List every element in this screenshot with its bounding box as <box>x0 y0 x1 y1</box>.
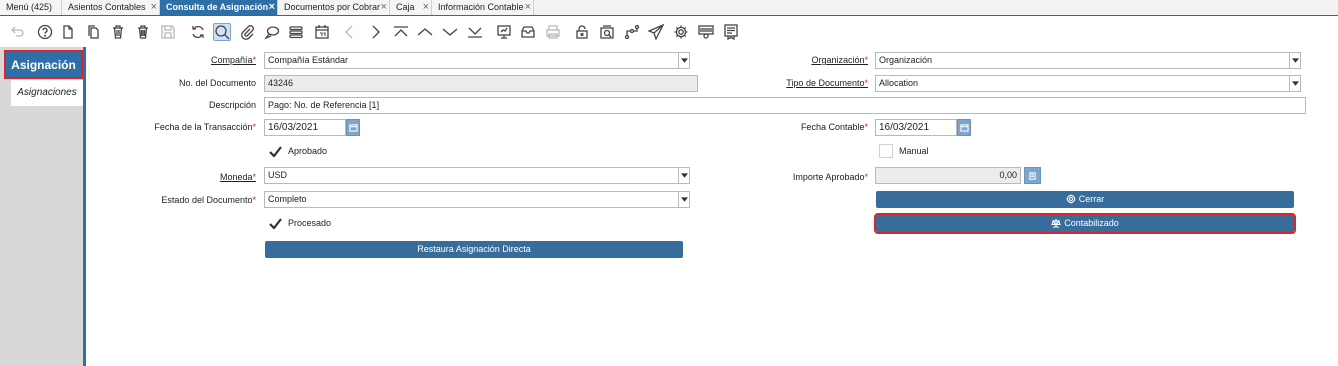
archive-icon[interactable] <box>519 23 537 41</box>
chevron-down-icon[interactable] <box>1289 76 1300 91</box>
previous-record-icon[interactable] <box>341 23 359 41</box>
currency-label: Moneda* <box>219 172 256 182</box>
send-icon[interactable] <box>647 23 665 41</box>
help-icon[interactable] <box>36 23 54 41</box>
chevron-down-icon[interactable] <box>1289 53 1300 68</box>
close-icon[interactable]: × <box>269 0 275 15</box>
next-record-icon[interactable] <box>366 23 384 41</box>
report-icon[interactable] <box>495 23 513 41</box>
undo-icon[interactable] <box>8 23 26 41</box>
side-tab-asignacion[interactable]: Asignación <box>4 50 83 79</box>
chat-icon[interactable] <box>263 23 281 41</box>
approved-amount-field[interactable]: 0,00 <box>875 167 1021 184</box>
accounting-date-field[interactable]: 16/03/2021 <box>875 119 957 136</box>
toolbar <box>0 17 1338 47</box>
document-number-field[interactable]: 43246 <box>264 75 698 92</box>
tab-navigation-panel: Asignación Asignaciones <box>0 47 86 366</box>
document-status-label: Estado del Documento* <box>161 195 256 205</box>
workflow-icon[interactable] <box>623 23 641 41</box>
accounting-date-label: Fecha Contable* <box>800 122 868 132</box>
archived-documents-icon[interactable] <box>722 23 740 41</box>
zoom-across-icon[interactable] <box>598 23 616 41</box>
processed-checkbox[interactable]: Procesado <box>268 216 331 230</box>
lock-icon[interactable] <box>573 23 591 41</box>
document-type-label: Tipo de Documento* <box>786 78 868 88</box>
close-document-button[interactable]: Cerrar <box>876 191 1294 208</box>
chevron-down-icon[interactable] <box>678 192 689 207</box>
checkbox-empty-icon <box>879 144 893 158</box>
copy-record-icon[interactable] <box>84 23 102 41</box>
detail-record-icon[interactable] <box>441 23 459 41</box>
attachment-icon[interactable] <box>238 23 256 41</box>
close-icon[interactable]: × <box>525 0 531 15</box>
close-icon[interactable]: × <box>381 0 387 15</box>
balance-scale-icon <box>1051 219 1062 228</box>
calculator-icon[interactable] <box>1024 167 1041 184</box>
side-tab-asignaciones[interactable]: Asignaciones <box>11 80 83 106</box>
company-select[interactable]: Compañía Estándar <box>264 52 690 69</box>
tab-documentos-por-cobrar[interactable]: Documentos por Cobrar × <box>278 0 390 15</box>
process-icon[interactable] <box>672 23 690 41</box>
refresh-icon[interactable] <box>189 23 207 41</box>
delete-icon[interactable] <box>109 23 127 41</box>
close-icon[interactable]: × <box>151 0 157 15</box>
document-number-label: No. del Documento <box>178 78 256 88</box>
company-label: Compañía* <box>210 55 256 65</box>
organization-select[interactable]: Organización <box>875 52 1301 69</box>
tab-informacion-contable[interactable]: Información Contable × <box>432 0 534 15</box>
checkmark-icon <box>268 144 282 158</box>
grid-toggle-icon[interactable] <box>287 23 305 41</box>
approved-amount-label: Importe Aprobado* <box>792 172 868 182</box>
first-record-icon[interactable] <box>392 23 410 41</box>
close-icon[interactable]: × <box>423 0 429 15</box>
manual-checkbox[interactable]: Manual <box>879 144 929 158</box>
approved-checkbox[interactable]: Aprobado <box>268 144 327 158</box>
transaction-date-field[interactable]: 16/03/2021 <box>264 119 346 136</box>
organization-label: Organización* <box>811 55 868 65</box>
panel-divider <box>83 47 86 366</box>
transaction-date-label: Fecha de la Transacción* <box>154 122 256 132</box>
description-label: Descripción <box>208 100 256 110</box>
parent-record-icon[interactable] <box>416 23 434 41</box>
tab-menu[interactable]: Menú (425) <box>0 0 62 15</box>
save-icon[interactable] <box>159 23 177 41</box>
gear-icon <box>1066 194 1076 204</box>
checkmark-icon <box>268 216 282 230</box>
new-record-icon[interactable] <box>59 23 77 41</box>
product-info-icon[interactable] <box>697 23 715 41</box>
calendar-icon[interactable] <box>346 119 360 136</box>
currency-select[interactable]: USD <box>264 167 690 184</box>
document-status-select[interactable]: Completo <box>264 191 690 208</box>
window-tab-bar: Menú (425) Asientos Contables × Consulta … <box>0 0 1338 16</box>
calendar-icon[interactable] <box>957 119 971 136</box>
reset-direct-allocation-button[interactable]: Restaura Asignación Directa <box>265 241 683 258</box>
posted-button[interactable]: Contabilizado <box>874 213 1296 234</box>
delete-selection-icon[interactable] <box>134 23 152 41</box>
last-record-icon[interactable] <box>466 23 484 41</box>
tab-caja[interactable]: Caja × <box>390 0 432 15</box>
chevron-down-icon[interactable] <box>678 53 689 68</box>
description-field[interactable]: Pago: No. de Referencia [1] <box>264 97 1306 114</box>
chevron-down-icon[interactable] <box>678 168 689 183</box>
calendar-icon[interactable] <box>313 23 331 41</box>
print-icon[interactable] <box>544 23 562 41</box>
tab-asientos-contables[interactable]: Asientos Contables × <box>62 0 160 15</box>
tab-consulta-de-asignacion[interactable]: Consulta de Asignación × <box>160 0 278 15</box>
find-icon[interactable] <box>213 23 231 41</box>
document-type-select[interactable]: Allocation <box>875 75 1301 92</box>
